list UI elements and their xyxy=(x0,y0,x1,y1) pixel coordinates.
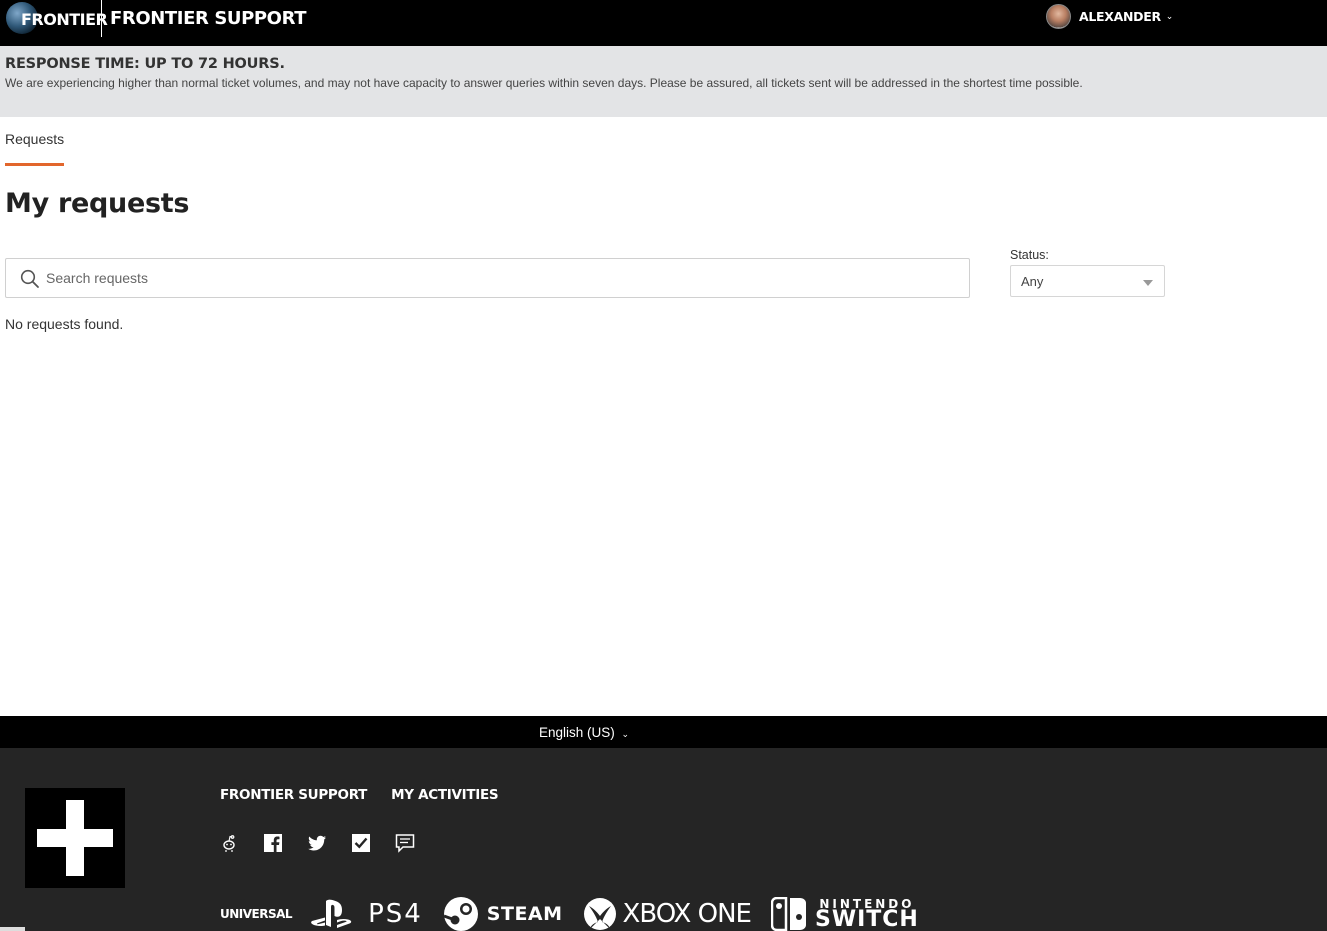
nintendo-switch-logo: NINTENDO SWITCH xyxy=(814,898,919,931)
empty-state-text: No requests found. xyxy=(5,316,124,332)
top-header: FRONTIER FRONTIER SUPPORT ALEXANDER ⌄ xyxy=(0,0,1327,46)
status-select[interactable]: Any xyxy=(1010,265,1165,297)
user-name[interactable]: ALEXANDER xyxy=(1079,9,1161,24)
checkbox-icon[interactable] xyxy=(351,833,371,853)
tab-requests[interactable]: Requests xyxy=(5,131,64,147)
plus-logo-icon[interactable] xyxy=(25,788,125,888)
language-label[interactable]: English (US) xyxy=(539,725,615,740)
playstation-icon xyxy=(311,899,352,928)
steam-logo: STEAM xyxy=(443,896,563,931)
universal-logo: UNIVERSAL xyxy=(220,907,293,921)
footer: FRONTIER SUPPORT MY ACTIVITIES UNIVERSAL… xyxy=(0,748,1327,931)
facebook-icon[interactable] xyxy=(263,833,283,853)
notice-title: RESPONSE TIME: UP TO 72 HOURS. xyxy=(5,56,285,72)
nintendo-switch-icon xyxy=(770,897,806,931)
notice-text: We are experiencing higher than normal t… xyxy=(5,76,1083,90)
steam-icon xyxy=(443,897,478,931)
page-title: My requests xyxy=(5,188,190,219)
switch-logo-text: SWITCH xyxy=(814,906,919,931)
xbox-logo: XBOX ONE xyxy=(583,897,752,931)
footer-link-my-activities[interactable]: MY ACTIVITIES xyxy=(391,787,499,803)
xbox-logo-text: XBOX ONE xyxy=(622,899,752,929)
horizontal-scrollbar[interactable] xyxy=(0,927,25,931)
status-select-value[interactable]: Any xyxy=(1021,274,1043,289)
footer-links: FRONTIER SUPPORT MY ACTIVITIES xyxy=(220,787,499,803)
steam-logo-text: STEAM xyxy=(486,903,563,925)
chevron-down-icon[interactable]: ⌄ xyxy=(1166,11,1174,22)
chevron-down-icon[interactable]: ⌄ xyxy=(622,729,630,739)
brand-logos: UNIVERSAL PS4 STEAM XBOX ONE NINTENDO SW… xyxy=(220,896,919,931)
chat-icon[interactable] xyxy=(395,833,415,853)
user-menu[interactable]: ALEXANDER ⌄ xyxy=(1046,4,1173,29)
universal-logo-text: UNIVERSAL xyxy=(220,907,293,921)
dropdown-caret-icon[interactable] xyxy=(1143,280,1153,286)
avatar[interactable] xyxy=(1046,4,1071,29)
language-bar: English (US) ⌄ xyxy=(0,716,1327,748)
xbox-icon xyxy=(583,898,616,930)
playstation-logo: PS4 xyxy=(310,899,423,929)
ps4-logo-text: PS4 xyxy=(368,899,423,929)
language-selector[interactable]: English (US) ⌄ xyxy=(539,725,629,740)
logo-divider xyxy=(101,0,102,37)
search-icon xyxy=(20,269,39,288)
frontier-logo[interactable]: FRONTIER xyxy=(6,2,108,36)
twitter-icon[interactable] xyxy=(307,833,327,853)
reddit-icon[interactable] xyxy=(219,833,239,853)
footer-link-frontier-support[interactable]: FRONTIER SUPPORT xyxy=(220,787,367,803)
search-box[interactable] xyxy=(5,258,970,298)
search-input[interactable] xyxy=(46,267,946,289)
status-label: Status: xyxy=(1010,248,1049,262)
site-title[interactable]: FRONTIER SUPPORT xyxy=(110,8,307,29)
social-links xyxy=(219,833,415,853)
logo-text: FRONTIER xyxy=(21,9,108,29)
notice-banner: RESPONSE TIME: UP TO 72 HOURS. We are ex… xyxy=(0,46,1327,117)
plus-logo-horizontal xyxy=(37,829,113,847)
active-tab-indicator xyxy=(5,163,64,166)
